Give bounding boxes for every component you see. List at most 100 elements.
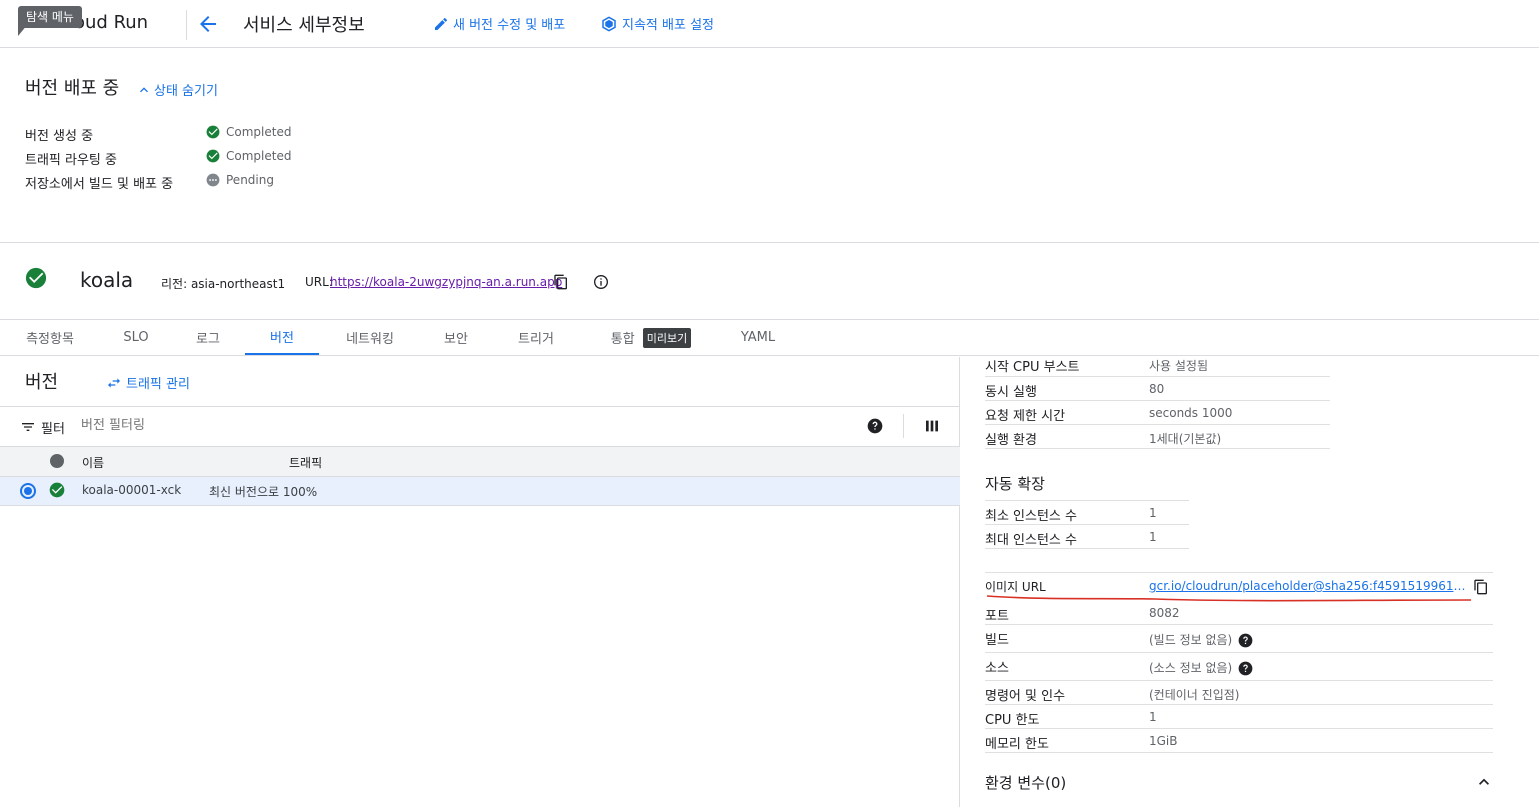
step-label-create: 버전 생성 중 — [25, 129, 94, 144]
tab-bar: 측정항목 SLO 로그 버전 네트워킹 보안 트리거 통합 미리보기 YAML — [0, 320, 1539, 356]
copy-icon — [1474, 579, 1487, 595]
detail-divider — [985, 500, 1189, 501]
table-header — [0, 447, 960, 477]
toolbar-divider — [903, 414, 904, 438]
chevron-up-icon — [140, 86, 148, 92]
table-help-button[interactable] — [867, 418, 883, 434]
revision-ok-icon — [49, 482, 65, 498]
detail-label: 명령어 및 인수 — [985, 689, 1066, 704]
revision-name[interactable]: koala-00001-xck — [82, 483, 181, 497]
tab-revisions[interactable]: 버전 — [245, 320, 319, 355]
tab-label: 네트워킹 — [346, 332, 394, 347]
step-status-routing: Completed — [206, 149, 291, 163]
source-value: (소스 정보 없음) — [1149, 659, 1253, 676]
back-button[interactable] — [196, 12, 220, 36]
info-icon — [594, 275, 608, 289]
tab-logs[interactable]: 로그 — [172, 320, 244, 355]
column-display-button[interactable] — [924, 418, 940, 434]
env-vars-collapse-button[interactable] — [1474, 772, 1494, 792]
detail-value: 80 — [1149, 382, 1165, 396]
column-header-traffic[interactable]: 트래픽 — [289, 454, 322, 471]
help-icon — [867, 418, 883, 434]
detail-divider — [985, 624, 1493, 625]
step-status-text: Pending — [226, 173, 274, 187]
detail-value: seconds 1000 — [1149, 406, 1233, 420]
copy-url-button[interactable] — [553, 274, 569, 290]
red-annotation-underline — [986, 595, 1472, 602]
detail-divider — [985, 728, 1493, 729]
continuous-deploy-label: 지속적 배포 설정 — [622, 18, 714, 33]
service-url-label: URL: — [305, 275, 333, 289]
build-value: (빌드 정보 없음) — [1149, 631, 1253, 648]
tab-metrics[interactable]: 측정항목 — [14, 320, 86, 355]
detail-divider — [985, 448, 1330, 449]
detail-divider — [985, 524, 1189, 525]
pending-icon — [206, 173, 220, 187]
tab-networking[interactable]: 네트워킹 — [333, 320, 407, 355]
url-info-button[interactable] — [593, 274, 609, 290]
section-divider — [0, 242, 1539, 243]
detail-label: 포트 — [985, 609, 1009, 624]
detail-divider — [985, 752, 1493, 753]
detail-value: 1 — [1149, 506, 1157, 520]
detail-divider — [985, 376, 1330, 377]
revision-radio[interactable] — [20, 483, 36, 499]
tab-security[interactable]: 보안 — [420, 320, 492, 355]
image-url-link[interactable]: gcr.io/cloudrun/placeholder@sha256:f4591… — [1149, 579, 1469, 593]
detail-value: 1세대(기본값) — [1149, 432, 1222, 446]
arrow-back-icon — [200, 16, 216, 32]
tab-slo[interactable]: SLO — [100, 320, 172, 355]
detail-label: CPU 한도 — [985, 713, 1040, 728]
service-name: koala — [80, 268, 134, 292]
edit-deploy-button[interactable]: 새 버전 수정 및 배포 — [433, 14, 565, 33]
step-label-routing: 트래픽 라우팅 중 — [25, 153, 117, 168]
manage-traffic-label: 트래픽 관리 — [126, 377, 190, 392]
detail-divider — [985, 704, 1493, 705]
help-icon[interactable] — [1238, 661, 1253, 676]
tab-label: 버전 — [270, 331, 294, 346]
detail-value: 1GiB — [1149, 734, 1178, 748]
service-url-link[interactable]: https://koala-2uwgzypjnq-an.a.run.app — [330, 275, 562, 289]
manage-traffic-button[interactable]: 트래픽 관리 — [106, 373, 190, 392]
detail-label: 소스 — [985, 661, 1009, 676]
columns-icon — [926, 420, 938, 432]
status-column-icon — [50, 454, 64, 468]
top-bar — [0, 0, 1539, 48]
source-value-text: (소스 정보 없음) — [1149, 661, 1233, 675]
column-header-name[interactable]: 이름 — [82, 454, 104, 471]
tab-label: 보안 — [444, 332, 468, 347]
env-vars-title[interactable]: 환경 변수(0) — [985, 772, 1066, 793]
detail-label: 최소 인스턴스 수 — [985, 509, 1077, 524]
detail-divider — [985, 548, 1189, 549]
nav-menu-tooltip: 탐색 메뉴 — [18, 6, 82, 28]
hide-status-toggle[interactable]: 상태 숨기기 — [136, 80, 218, 99]
detail-value: (컨테이너 진입점) — [1149, 688, 1240, 702]
detail-label: 빌드 — [985, 633, 1009, 648]
detail-label: 메모리 한도 — [985, 737, 1049, 752]
service-ok-icon — [25, 267, 47, 289]
page-title: 서비스 세부정보 — [243, 15, 365, 36]
tab-yaml[interactable]: YAML — [722, 320, 794, 355]
edit-deploy-label: 새 버전 수정 및 배포 — [453, 18, 566, 33]
detail-label: 최대 인스턴스 수 — [985, 533, 1077, 548]
detail-value: 1 — [1149, 710, 1157, 724]
cube-icon — [602, 16, 616, 31]
tab-integrations[interactable]: 통합 미리보기 — [596, 320, 706, 355]
revision-filter-input[interactable] — [81, 418, 781, 433]
detail-label: 요청 제한 시간 — [985, 409, 1066, 424]
app-name[interactable]: oud Run — [74, 12, 148, 33]
check-circle-icon — [206, 149, 220, 163]
swap-arrows-icon — [108, 377, 120, 388]
filter-label: 필터 — [41, 422, 65, 437]
tab-label: 통합 — [610, 332, 635, 347]
detail-value: 사용 설정됨 — [1149, 359, 1209, 373]
continuous-deploy-button[interactable]: 지속적 배포 설정 — [600, 14, 714, 33]
tab-label: 로그 — [196, 332, 220, 347]
step-status-build: Pending — [206, 173, 274, 187]
image-url-label: 이미지 URL — [985, 580, 1046, 594]
help-icon[interactable] — [1238, 633, 1253, 648]
tab-triggers[interactable]: 트리거 — [500, 320, 572, 355]
detail-label: 실행 환경 — [985, 433, 1037, 448]
detail-divider — [985, 652, 1493, 653]
copy-image-url-button[interactable] — [1473, 579, 1489, 595]
